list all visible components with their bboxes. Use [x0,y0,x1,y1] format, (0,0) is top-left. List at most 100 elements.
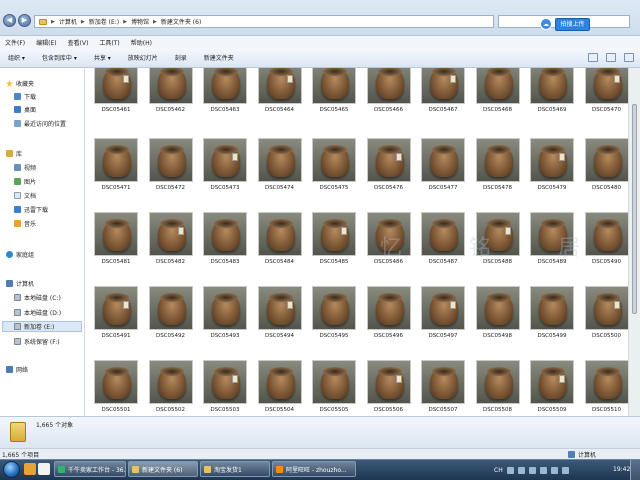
folder-icon[interactable] [24,463,36,475]
file-thumbnail[interactable] [312,286,356,330]
file-thumbnail[interactable] [584,212,628,256]
file-thumbnail[interactable] [475,212,520,256]
forward-arrow-icon[interactable]: ▶ [18,14,31,27]
breadcrumb-computer[interactable]: 计算机 [59,17,77,26]
file-name[interactable]: DSC05487 [416,259,470,265]
file-thumbnail[interactable] [366,212,411,256]
file-thumbnail[interactable] [203,286,247,330]
file-name[interactable]: DSC05506 [362,407,416,413]
file-name[interactable]: DSC05479 [525,185,579,191]
photo-search-upload-button[interactable]: 拍搜上传 [555,18,590,31]
file-thumbnail[interactable] [584,138,628,182]
help-icon[interactable] [624,53,634,62]
nav-homegroup[interactable]: 家庭组 [6,249,34,260]
file-thumbnail[interactable] [530,138,574,182]
file-name[interactable]: DSC05466 [362,107,416,113]
file-name[interactable]: DSC05467 [416,107,470,113]
nav-network[interactable]: 网络 [6,364,28,375]
file-thumbnail[interactable] [148,138,193,182]
file-thumbnail[interactable] [257,212,302,256]
burn-button[interactable]: 刻录 [175,53,187,62]
file-name[interactable]: DSC05472 [144,185,198,191]
file-name[interactable]: DSC05500 [580,333,629,339]
file-name[interactable]: DSC05491 [89,333,143,339]
file-thumbnail[interactable] [366,68,411,104]
file-name[interactable]: DSC05494 [253,333,307,339]
file-thumbnail[interactable] [148,286,193,330]
file-thumbnail[interactable] [366,360,411,404]
menu-help[interactable]: 帮助(H) [131,38,152,47]
file-thumbnail[interactable] [421,360,465,404]
nav-drive-d[interactable]: 本地磁盘 (D:) [14,307,61,318]
file-name[interactable]: DSC05505 [307,407,361,413]
change-view-icon[interactable] [588,53,598,62]
file-name[interactable]: DSC05475 [307,185,361,191]
file-thumbnail[interactable] [421,68,465,104]
nav-favorites[interactable]: 收藏夹 [6,78,34,89]
nav-music[interactable]: 音乐 [14,218,36,229]
file-name[interactable]: DSC05510 [580,407,629,413]
file-name[interactable]: DSC05463 [198,107,252,113]
menu-file[interactable]: 文件(F) [5,38,25,47]
menu-tools[interactable]: 工具(T) [99,38,119,47]
file-name[interactable]: DSC05508 [471,407,525,413]
file-name[interactable]: DSC05484 [253,259,307,265]
file-name[interactable]: DSC05489 [525,259,579,265]
file-name[interactable]: DSC05485 [307,259,361,265]
file-name[interactable]: DSC05488 [471,259,525,265]
nav-libraries[interactable]: 库 [6,148,22,159]
file-thumbnail[interactable] [203,212,247,256]
show-desktop-button[interactable] [630,460,640,480]
new-folder-button[interactable]: 新建文件夹 [204,53,234,62]
file-name[interactable]: DSC05483 [198,259,252,265]
address-input[interactable]: ▶ 计算机 ▶ 新加卷 (E:) ▶ 博物馆 ▶ 新建文件夹 (6) [34,15,494,28]
file-thumbnail[interactable] [475,138,520,182]
language-indicator[interactable]: CH [494,467,503,474]
tray-app-icon[interactable] [517,466,525,474]
cloud-icon[interactable]: ☁ [540,18,552,30]
file-thumbnail[interactable] [94,138,138,182]
file-thumbnail[interactable] [94,212,138,256]
preview-pane-icon[interactable] [606,53,616,62]
nav-recent-places[interactable]: 最近访问的位置 [14,118,66,129]
file-name[interactable]: DSC05462 [144,107,198,113]
file-name[interactable]: DSC05498 [471,333,525,339]
file-name[interactable]: DSC05495 [307,333,361,339]
file-thumbnail[interactable] [257,68,302,104]
file-name[interactable]: DSC05476 [362,185,416,191]
clock[interactable]: 19:42 [613,466,630,473]
file-thumbnail[interactable] [366,138,411,182]
scrollbar-thumb[interactable] [632,104,637,314]
slideshow-button[interactable]: 放映幻灯片 [128,53,158,62]
file-name[interactable]: DSC05486 [362,259,416,265]
breadcrumb-drive-e[interactable]: 新加卷 (E:) [89,17,119,26]
nav-video[interactable]: 视频 [14,162,36,173]
file-name[interactable]: DSC05465 [307,107,361,113]
file-name[interactable]: DSC05482 [144,259,198,265]
file-thumbnail[interactable] [475,68,520,104]
file-name[interactable]: DSC05499 [525,333,579,339]
input-method-icon[interactable] [506,466,514,474]
file-name[interactable]: DSC05504 [253,407,307,413]
file-thumbnail[interactable] [312,68,356,104]
file-thumbnail[interactable] [94,360,138,404]
share-button[interactable]: 共享 ▾ [94,53,111,62]
file-name[interactable]: DSC05493 [198,333,252,339]
network-status-icon[interactable] [550,466,558,474]
file-name[interactable]: DSC05492 [144,333,198,339]
breadcrumb-museum[interactable]: 博物馆 [131,17,149,26]
file-thumbnail[interactable] [94,68,138,104]
file-name[interactable]: DSC05501 [89,407,143,413]
file-thumbnail[interactable] [148,212,193,256]
file-name[interactable]: DSC05502 [144,407,198,413]
nav-desktop[interactable]: 桌面 [14,104,36,115]
file-name[interactable]: DSC05470 [580,107,629,113]
file-name[interactable]: DSC05464 [253,107,307,113]
file-thumbnail[interactable] [530,212,574,256]
file-thumbnail[interactable] [312,360,356,404]
volume-icon[interactable] [561,466,569,474]
file-thumbnail[interactable] [530,68,574,104]
nav-thunder-downloads[interactable]: 迅雷下载 [14,204,48,215]
nav-drive-f[interactable]: 系统保留 (F:) [14,336,60,347]
file-thumbnail[interactable] [312,138,356,182]
